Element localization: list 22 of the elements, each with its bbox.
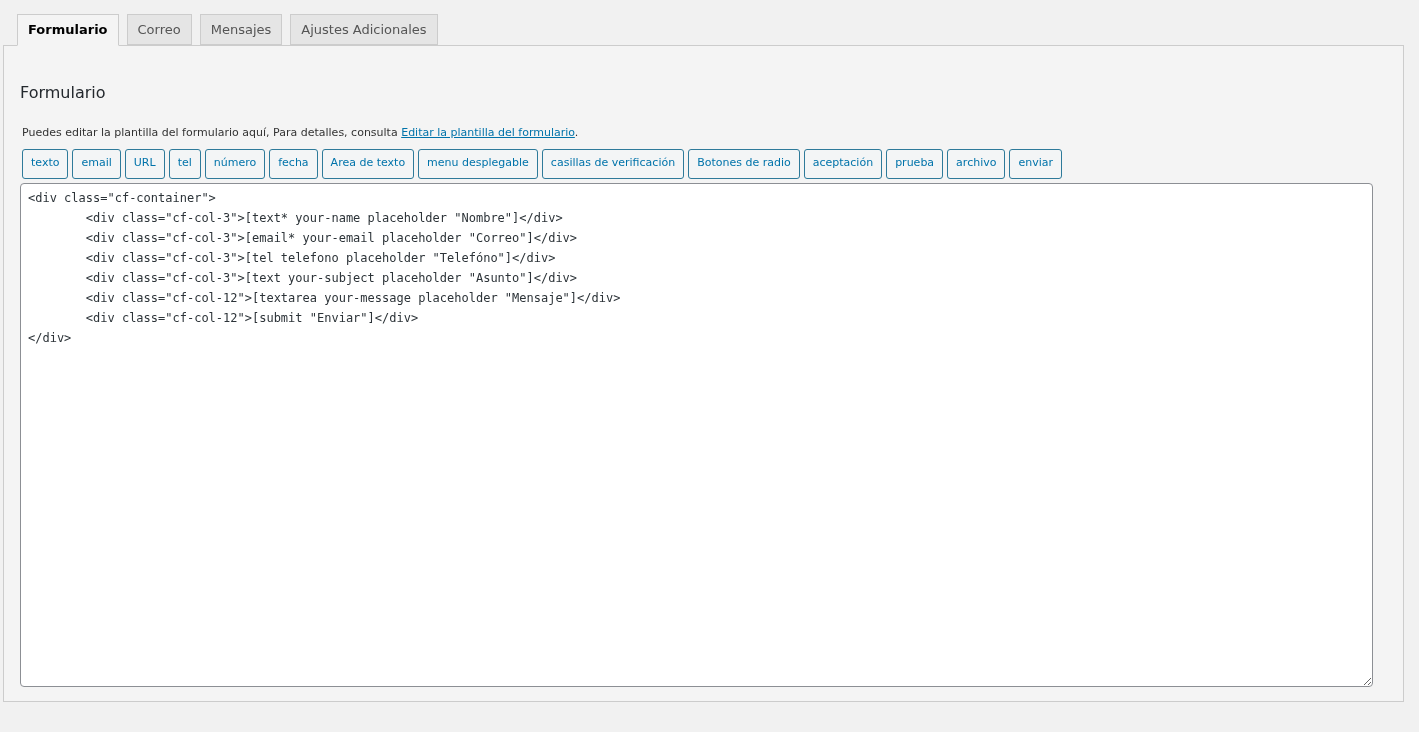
form-template-editor[interactable]: <div class="cf-container"> <div class="cf-col-3">[text* your-name placeholder "Nombre"]</div> <div class="cf-col-3">[email* your-email placeholder "Correo"]</div> <div class="cf-col-3">[tel telefono placeholder "Telefóno"]</div> <div class="cf-col-3">[text your-subject placeholder "Asunto"]</div> <div class="cf-col-12">[textarea your-message placeholder "Mensaje"]</div> <div class="cf-col-12">[submit "Enviar"]</div> </div> xyxy=(20,182,1373,687)
tab[interactable]: Mensajes xyxy=(199,14,283,45)
tag-button[interactable]: tel xyxy=(168,148,201,179)
tag-button[interactable]: URL xyxy=(124,148,165,179)
tag-button[interactable]: email xyxy=(72,148,121,179)
tag-button[interactable]: aceptación xyxy=(803,148,883,179)
description-text: Puedes editar la plantilla del formulario aquí, Para detalles, consulta Editar la plantilla del formulario. xyxy=(21,125,580,141)
tag-button[interactable]: archivo xyxy=(947,148,1006,179)
tag-button[interactable]: número xyxy=(204,148,266,179)
tag-button[interactable]: casillas de verificación xyxy=(541,148,685,179)
tag-button[interactable]: fecha xyxy=(269,148,318,179)
tag-button[interactable]: menu desplegable xyxy=(418,148,538,179)
tag-button[interactable]: Botones de radio xyxy=(688,148,800,179)
section-title: Formulario xyxy=(20,82,107,104)
tag-button[interactable]: texto xyxy=(22,148,69,179)
tab[interactable]: Ajustes Adicionales xyxy=(290,14,438,45)
tab[interactable]: Formulario xyxy=(17,14,119,46)
edit-template-link[interactable]: Editar la plantilla del formulario xyxy=(401,126,575,139)
tag-button[interactable]: prueba xyxy=(886,148,944,179)
tab[interactable]: Correo xyxy=(126,14,192,45)
tag-button[interactable]: enviar xyxy=(1009,148,1063,179)
tag-button[interactable]: Area de texto xyxy=(321,148,415,179)
